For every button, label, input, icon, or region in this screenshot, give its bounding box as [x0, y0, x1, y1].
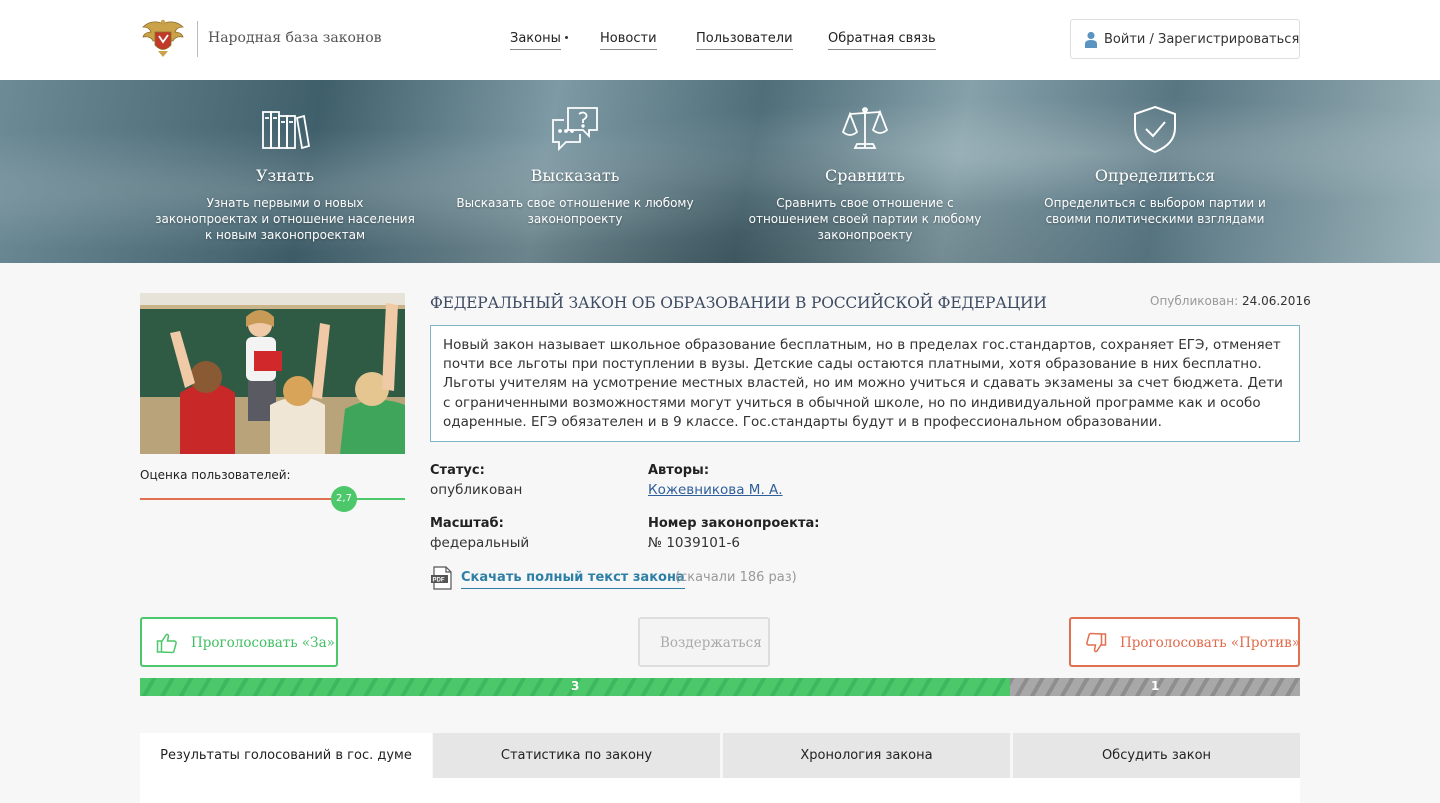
feature-express-description: Высказать свое отношение к любому законо… [456, 196, 694, 226]
feature-learn-description: Узнать первыми о новых законопроектах и … [155, 196, 415, 242]
site-header: Народная база законов Законы Новости Пол… [0, 0, 1440, 80]
rating-value[interactable]: 2,7 [331, 486, 357, 512]
tab-discussion[interactable]: Обсудить закон [1013, 733, 1300, 778]
feature-compare-description: Сравнить свое отношение с отношением сво… [748, 196, 982, 242]
tab-chronology[interactable]: Хронология закона [723, 733, 1010, 778]
status-value: опубликован [430, 482, 523, 498]
nav-users[interactable]: Пользователи [696, 31, 793, 50]
hero-banner: Узнать Узнать первыми о новых законопрое… [0, 80, 1440, 263]
feature-decide: Определиться Определиться с выбором парт… [1025, 80, 1285, 263]
bill-number-value: № 1039101-6 [648, 535, 740, 551]
scale-value: федеральный [430, 535, 530, 551]
feature-learn-title: Узнать [255, 166, 315, 185]
download-full-text-link[interactable]: Скачать полный текст закона [461, 570, 685, 589]
rating-label: Оценка пользователей: [140, 468, 291, 482]
scales-icon [841, 107, 889, 149]
svg-text:PDF: PDF [433, 578, 445, 584]
nav-laws[interactable]: Законы [510, 31, 561, 50]
thumbs-down-icon [1086, 632, 1107, 653]
shield-check-icon [1134, 105, 1176, 154]
coat-of-arms-icon[interactable] [140, 18, 186, 58]
logo-divider [197, 21, 198, 57]
abstain-button[interactable]: Воздержаться [638, 617, 770, 667]
download-count: (скачали 186 раз) [675, 570, 797, 585]
law-title: ФЕДЕРАЛЬНЫЙ ЗАКОН ОБ ОБРАЗОВАНИИ В РОССИ… [430, 294, 1047, 312]
feature-decide-description: Определиться с выбором партии и своими п… [1044, 196, 1266, 226]
scale-label: Масштаб: [430, 516, 504, 531]
published-date: 24.06.2016 [1242, 294, 1311, 308]
abstain-label: Воздержаться [660, 635, 762, 651]
vote-for-count: 3 [571, 679, 580, 693]
published-info: Опубликован: 24.06.2016 [1150, 294, 1311, 308]
author-link[interactable]: Кожевникова М. А. [648, 482, 783, 498]
books-icon [262, 111, 310, 150]
tab-panel [140, 778, 1300, 803]
authors-label: Авторы: [648, 463, 710, 478]
tab-duma-results[interactable]: Результаты голосований в гос. думе [140, 733, 432, 778]
feature-compare: Сравнить Сравнить свое отношение с отнош… [735, 80, 995, 263]
classroom-illustration [140, 293, 405, 454]
tab-statistics[interactable]: Статистика по закону [433, 733, 720, 778]
feature-compare-title: Сравнить [825, 166, 905, 185]
user-icon [1085, 31, 1097, 48]
site-name[interactable]: Народная база законов [208, 30, 382, 46]
law-photo [140, 293, 405, 454]
feature-decide-title: Определиться [1094, 166, 1216, 185]
vote-for-button[interactable]: Проголосовать «За» [140, 617, 338, 667]
bill-number-label: Номер законопроекта: [648, 516, 820, 531]
vote-against-button[interactable]: Проголосовать «Против» [1069, 617, 1300, 667]
login-label: Войти / Зарегистрироваться [1104, 32, 1300, 47]
feature-express-title: Высказать [530, 166, 620, 185]
pdf-icon[interactable]: PDF [431, 566, 453, 590]
nav-laws-dropdown-icon[interactable] [565, 36, 568, 39]
feature-express: Высказать Высказать свое отношение к люб… [445, 80, 705, 263]
rating-track-negative [140, 498, 344, 500]
feature-learn: Узнать Узнать первыми о новых законопрое… [155, 80, 415, 263]
status-label: Статус: [430, 463, 485, 478]
published-label: Опубликован: [1150, 294, 1239, 308]
nav-news[interactable]: Новости [600, 31, 657, 50]
law-summary: Новый закон называет школьное образовани… [430, 325, 1300, 442]
vote-against-count: 1 [1151, 679, 1160, 693]
nav-feedback[interactable]: Обратная связь [828, 31, 936, 50]
vote-for-label: Проголосовать «За» [191, 635, 335, 651]
login-button[interactable]: Войти / Зарегистрироваться [1070, 19, 1300, 59]
vote-results-bar: 3 1 [140, 678, 1300, 696]
thumbs-up-icon [156, 633, 177, 654]
chat-question-icon [552, 107, 598, 152]
vote-against-label: Проголосовать «Против» [1120, 635, 1301, 651]
